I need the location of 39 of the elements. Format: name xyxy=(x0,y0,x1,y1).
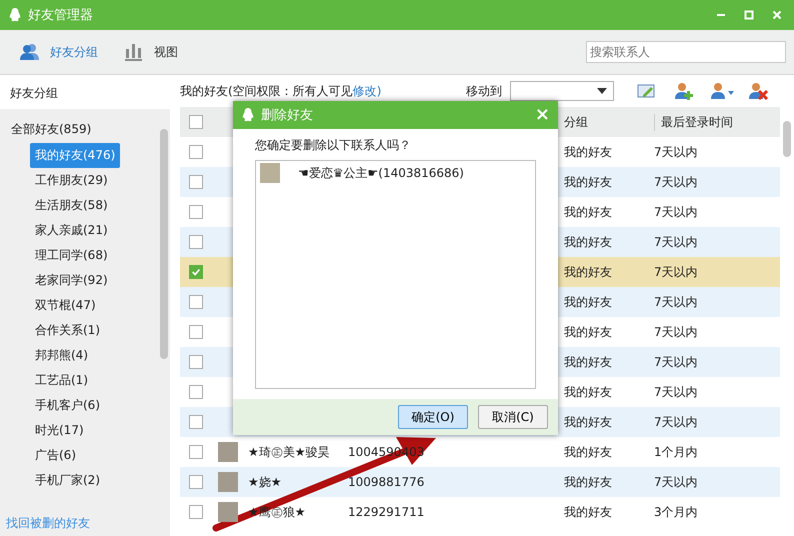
table-cell-text: 1229291711 xyxy=(348,505,426,519)
table-cell-text: 7天以内 xyxy=(654,144,699,160)
table-cell-text: 7天以内 xyxy=(654,294,699,310)
table-cell-text: 7天以内 xyxy=(654,324,699,340)
table-cell-text: 我的好友 xyxy=(564,354,613,370)
table-cell-text: 7天以内 xyxy=(654,204,699,220)
table-cell-text: 1009881776 xyxy=(348,475,426,489)
table-cell-text: 我的好友 xyxy=(564,204,613,220)
table-cell-text: 我的好友 xyxy=(564,324,613,340)
table-cell-text: 我的好友 xyxy=(564,504,613,520)
table-cell-text: 我的好友 xyxy=(564,174,613,190)
move-to-label: 移动到 xyxy=(466,82,502,100)
contact-name: ☚爱恋♛公主☛(1403816686) xyxy=(298,164,464,182)
table-cell-text: 1个月内 xyxy=(654,444,699,460)
table-cell-text: 7天以内 xyxy=(654,414,699,430)
table-cell-text: 我的好友 xyxy=(564,384,613,400)
table-cell-text: 7天以内 xyxy=(654,384,699,400)
table-cell-text: 我的好友 xyxy=(564,144,613,160)
column-header: 分组 xyxy=(564,114,589,130)
table-cell-text: 7天以内 xyxy=(654,354,699,370)
table-cell-text: 7天以内 xyxy=(654,474,699,490)
table-cell-text: ★娆★ xyxy=(248,474,283,490)
table-cell-text: 我的好友 xyxy=(564,294,613,310)
table-cell-text: 我的好友 xyxy=(564,264,613,280)
table-cell-text: 7天以内 xyxy=(654,264,699,280)
table-cell-text: 我的好友 xyxy=(564,444,613,460)
column-header: 最后登录时间 xyxy=(654,114,780,130)
table-cell-text: 7天以内 xyxy=(654,174,699,190)
dialog-title: 删除好友 xyxy=(261,107,313,124)
table-cell-text: 我的好友 xyxy=(564,474,613,490)
table-cell-text: 我的好友 xyxy=(564,414,613,430)
confirm-question: 您确定要删除以下联系人吗？ xyxy=(255,137,412,154)
table-cell-text: ★琦㊣美★骏昊 xyxy=(248,444,331,460)
table-cell-text: 7天以内 xyxy=(654,234,699,250)
window-title: 好友管理器 xyxy=(28,7,94,24)
sidebar-title: 好友分组 xyxy=(9,85,59,102)
table-cell-text: 我的好友 xyxy=(564,234,613,250)
table-cell-text: 3个月内 xyxy=(654,504,699,520)
group-heading: 我的好友(空间权限：所有人可见修改) xyxy=(180,82,382,100)
